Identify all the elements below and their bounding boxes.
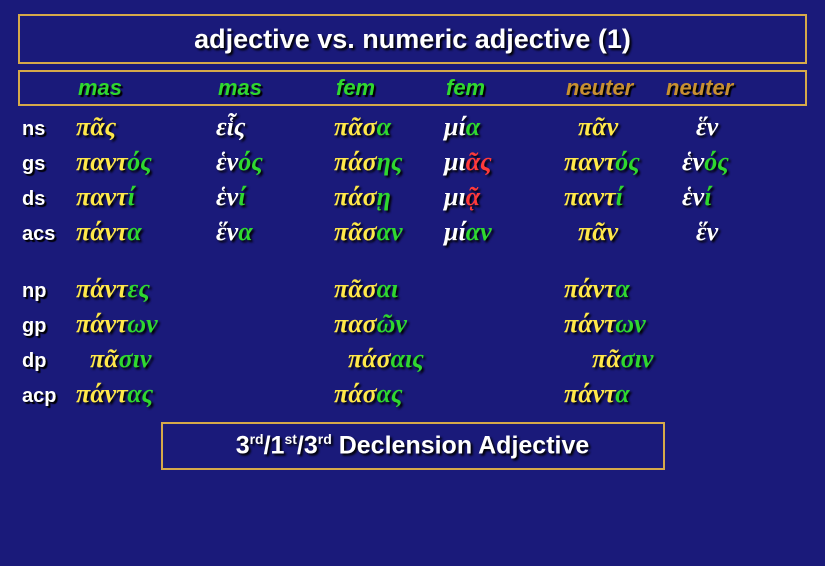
cell: ἑνός bbox=[216, 147, 334, 177]
cell: μία bbox=[444, 112, 564, 142]
cell: πάντας bbox=[76, 379, 216, 409]
header-mas-2: mas bbox=[218, 75, 336, 101]
cell: πᾶσαν bbox=[334, 217, 444, 247]
declension-table: ns πᾶς εἷς πᾶσα μία πᾶν ἕν gs παντός ἑνό… bbox=[18, 106, 807, 414]
title-box: adjective vs. numeric adjective (1) bbox=[18, 14, 807, 64]
page-title: adjective vs. numeric adjective (1) bbox=[194, 24, 631, 55]
row-label: ns bbox=[22, 118, 76, 141]
header-fem-2: fem bbox=[446, 75, 566, 101]
cell: πασῶν bbox=[334, 309, 444, 339]
row-label: gp bbox=[22, 315, 76, 338]
cell: ἑνί bbox=[216, 182, 334, 212]
cell: πάσῃ bbox=[334, 182, 444, 212]
cell: ἑνός bbox=[682, 147, 772, 177]
cell: πάσης bbox=[334, 147, 444, 177]
row-gs: gs παντός ἑνός πάσης μιᾶς παντός ἑνός bbox=[22, 147, 807, 182]
cell: πάντων bbox=[564, 309, 682, 339]
cell: πᾶς bbox=[76, 112, 216, 142]
cell: πᾶν bbox=[564, 217, 696, 247]
cell: παντός bbox=[76, 147, 216, 177]
column-headers: mas mas fem fem neuter neuter bbox=[18, 70, 807, 106]
row-acp: acp πάντας πάσας πάντα bbox=[22, 379, 807, 414]
cell: πάντα bbox=[564, 274, 682, 304]
cell: ἑνί bbox=[682, 182, 772, 212]
cell: πάντα bbox=[564, 379, 682, 409]
cell: μιᾷ bbox=[444, 182, 564, 212]
cell: μιᾶς bbox=[444, 147, 564, 177]
cell: εἷς bbox=[216, 112, 334, 142]
header-neuter-2: neuter bbox=[666, 75, 756, 101]
header-mas-1: mas bbox=[78, 75, 218, 101]
row-label: acp bbox=[22, 385, 76, 408]
cell: πάσαις bbox=[348, 344, 458, 374]
cell: ἕν bbox=[696, 112, 786, 142]
row-np: np πάντες πᾶσαι πάντα bbox=[22, 274, 807, 309]
cell: πάσας bbox=[334, 379, 444, 409]
cell: πάντων bbox=[76, 309, 216, 339]
cell: μίαν bbox=[444, 217, 564, 247]
row-label: gs bbox=[22, 153, 76, 176]
cell: πᾶσα bbox=[334, 112, 444, 142]
cell: πάντες bbox=[76, 274, 216, 304]
cell: ἕνα bbox=[216, 217, 334, 247]
row-dp: dp πᾶσιν πάσαις πᾶσιν bbox=[22, 344, 807, 379]
cell: πᾶσαι bbox=[334, 274, 444, 304]
row-label: ds bbox=[22, 188, 76, 211]
footer-text: 3rd/1st/3rd Declension Adjective bbox=[236, 431, 590, 460]
cell: παντί bbox=[76, 182, 216, 212]
cell: ἕν bbox=[696, 217, 786, 247]
row-gp: gp πάντων πασῶν πάντων bbox=[22, 309, 807, 344]
row-label: np bbox=[22, 280, 76, 303]
cell: παντί bbox=[564, 182, 682, 212]
cell: πάντα bbox=[76, 217, 216, 247]
row-acs: acs πάντα ἕνα πᾶσαν μίαν πᾶν ἕν bbox=[22, 217, 807, 252]
cell: πᾶν bbox=[564, 112, 696, 142]
row-label: acs bbox=[22, 223, 76, 246]
cell: πᾶσιν bbox=[578, 344, 710, 374]
cell: πᾶσιν bbox=[76, 344, 230, 374]
slide: adjective vs. numeric adjective (1) mas … bbox=[0, 0, 825, 566]
row-ns: ns πᾶς εἷς πᾶσα μία πᾶν ἕν bbox=[22, 112, 807, 147]
header-fem-1: fem bbox=[336, 75, 446, 101]
row-ds: ds παντί ἑνί πάσῃ μιᾷ παντί ἑνί bbox=[22, 182, 807, 217]
footer-box: 3rd/1st/3rd Declension Adjective bbox=[161, 422, 665, 470]
header-neuter-1: neuter bbox=[566, 75, 666, 101]
row-label: dp bbox=[22, 350, 76, 373]
cell: παντός bbox=[564, 147, 682, 177]
